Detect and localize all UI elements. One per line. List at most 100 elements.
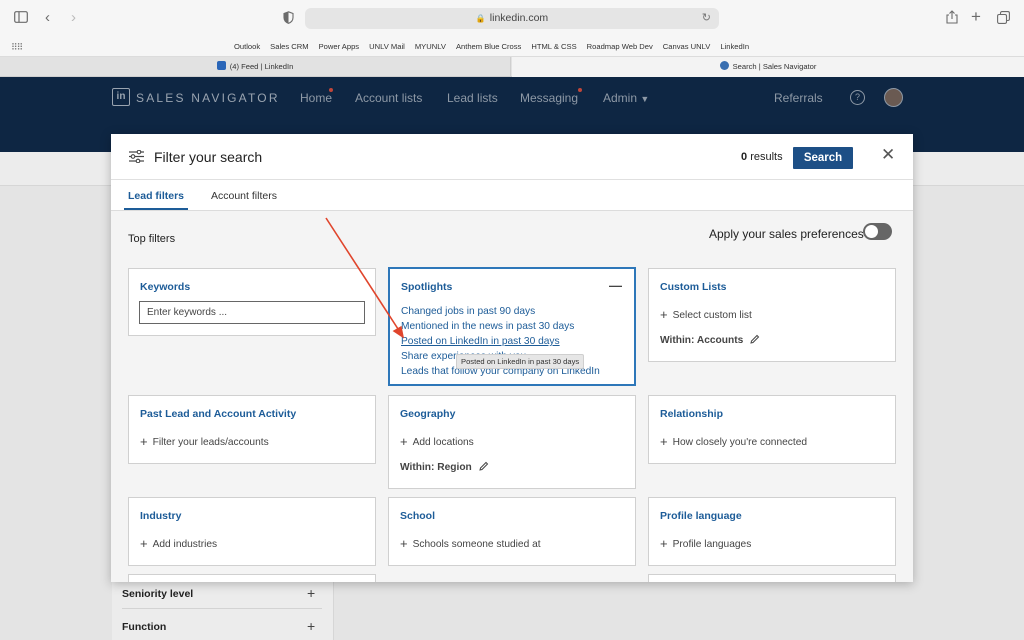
favorite-link[interactable]: MYUNLV bbox=[415, 37, 446, 57]
top-filters-heading: Top filters bbox=[128, 233, 176, 245]
plus-icon[interactable]: + bbox=[307, 585, 315, 601]
favorite-link[interactable]: Canvas UNLV bbox=[663, 37, 711, 57]
add-profile-languages-action[interactable]: + Profile languages bbox=[660, 536, 751, 551]
connection-degree-action[interactable]: + How closely you're connected bbox=[660, 434, 807, 449]
toggle-knob bbox=[865, 225, 878, 238]
action-label: Add locations bbox=[412, 437, 474, 448]
spotlight-mentioned-news[interactable]: Mentioned in the news in past 30 days bbox=[401, 321, 574, 332]
results-label: results bbox=[750, 151, 783, 163]
nav-messaging[interactable]: Messaging bbox=[520, 91, 578, 105]
card-title: Custom Lists bbox=[660, 281, 727, 293]
within-accounts: Within: Accounts bbox=[660, 334, 760, 346]
spotlight-changed-jobs[interactable]: Changed jobs in past 90 days bbox=[401, 306, 535, 317]
back-icon[interactable]: ‹ bbox=[45, 10, 50, 25]
pencil-icon[interactable] bbox=[479, 461, 489, 471]
select-custom-list-action[interactable]: + Select custom list bbox=[660, 307, 752, 322]
modal-title: Filter your search bbox=[154, 149, 263, 165]
background-filter-seniority[interactable]: Seniority level bbox=[122, 588, 193, 600]
forward-icon[interactable]: › bbox=[71, 10, 76, 25]
favorites-bar: ⠿⠿ Outlook Sales CRM Power Apps UNLV Mai… bbox=[0, 37, 1024, 57]
address-bar[interactable]: 🔒 linkedin.com ↻ bbox=[305, 8, 719, 29]
url-text: linkedin.com bbox=[489, 12, 549, 24]
action-label: Schools someone studied at bbox=[412, 539, 541, 550]
help-icon[interactable]: ? bbox=[850, 90, 865, 105]
nav-account-lists[interactable]: Account lists bbox=[355, 91, 422, 105]
plus-icon[interactable]: + bbox=[307, 618, 315, 634]
tab-account-filters[interactable]: Account filters bbox=[211, 190, 277, 202]
reload-icon[interactable]: ↻ bbox=[702, 8, 711, 29]
active-tab-indicator bbox=[124, 208, 188, 210]
caret-down-icon: ▼ bbox=[640, 94, 650, 104]
background-filter-function[interactable]: Function bbox=[122, 621, 166, 633]
sales-preferences-toggle[interactable] bbox=[863, 223, 892, 240]
action-label: Add industries bbox=[152, 539, 218, 550]
share-icon[interactable] bbox=[946, 10, 958, 26]
browser-toolbar: ‹ › 🔒 linkedin.com ↻ + bbox=[0, 0, 1024, 37]
action-label: Profile languages bbox=[672, 539, 752, 550]
favorite-link[interactable]: Outlook bbox=[234, 37, 260, 57]
favorite-link[interactable]: Power Apps bbox=[319, 37, 360, 57]
favorite-link[interactable]: HTML & CSS bbox=[531, 37, 576, 57]
close-icon[interactable]: ✕ bbox=[881, 146, 895, 164]
spotlights-card: Spotlights — Changed jobs in past 90 day… bbox=[388, 267, 636, 386]
tab-lead-filters[interactable]: Lead filters bbox=[128, 190, 184, 202]
card-title: Profile language bbox=[660, 510, 742, 522]
keywords-input[interactable] bbox=[139, 301, 365, 324]
plus-icon: + bbox=[660, 434, 668, 449]
card-title: Industry bbox=[140, 510, 182, 522]
favorite-link[interactable]: Roadmap Web Dev bbox=[587, 37, 653, 57]
app-brand: SALES NAVIGATOR bbox=[136, 91, 280, 105]
action-label: Select custom list bbox=[672, 310, 752, 321]
filter-leads-accounts-action[interactable]: + Filter your leads/accounts bbox=[140, 434, 269, 449]
modal-tabs: Lead filters Account filters bbox=[111, 180, 913, 211]
favorites-list: Outlook Sales CRM Power Apps UNLV Mail M… bbox=[234, 37, 749, 57]
plus-icon: + bbox=[400, 536, 408, 551]
plus-icon: + bbox=[660, 536, 668, 551]
tab-linkedin-feed[interactable]: (4) Feed | LinkedIn bbox=[0, 57, 511, 77]
divider bbox=[122, 608, 322, 609]
sliders-icon bbox=[129, 150, 144, 163]
pencil-icon[interactable] bbox=[750, 334, 760, 344]
nav-home[interactable]: Home bbox=[300, 91, 332, 105]
browser-tabs: (4) Feed | LinkedIn Search | Sales Navig… bbox=[0, 57, 1024, 77]
card-title: Keywords bbox=[140, 281, 191, 293]
favorite-link[interactable]: Anthem Blue Cross bbox=[456, 37, 521, 57]
favorite-link[interactable]: LinkedIn bbox=[720, 37, 749, 57]
linkedin-logo-icon[interactable]: in bbox=[112, 88, 130, 106]
spotlight-posted-linkedin[interactable]: Posted on LinkedIn in past 30 days bbox=[401, 336, 560, 347]
plus-icon: + bbox=[140, 434, 148, 449]
add-locations-action[interactable]: + Add locations bbox=[400, 434, 474, 449]
notification-dot bbox=[329, 88, 333, 92]
relationship-card: Relationship + How closely you're connect… bbox=[648, 395, 896, 464]
nav-admin[interactable]: Admin ▼ bbox=[603, 91, 649, 105]
card-title: Past Lead and Account Activity bbox=[140, 408, 297, 420]
nav-admin-label: Admin bbox=[603, 91, 638, 105]
link-tooltip: Posted on LinkedIn in past 30 days bbox=[456, 354, 585, 369]
favorite-link[interactable]: UNLV Mail bbox=[369, 37, 405, 57]
nav-referrals[interactable]: Referrals bbox=[774, 91, 823, 105]
within-label: Within: Region bbox=[400, 462, 472, 473]
past-activity-card: Past Lead and Account Activity + Filter y… bbox=[128, 395, 376, 464]
keywords-card: Keywords bbox=[128, 268, 376, 336]
favorite-link[interactable]: Sales CRM bbox=[270, 37, 308, 57]
avatar[interactable] bbox=[884, 88, 903, 107]
shield-icon[interactable] bbox=[283, 11, 294, 26]
sidebar-toggle-icon[interactable] bbox=[14, 11, 28, 25]
plus-icon: + bbox=[660, 307, 668, 322]
notification-dot bbox=[578, 88, 582, 92]
sales-navigator-favicon-icon bbox=[719, 61, 729, 70]
new-tab-icon[interactable]: + bbox=[971, 8, 981, 25]
add-industries-action[interactable]: + Add industries bbox=[140, 536, 217, 551]
tab-sales-navigator[interactable]: Search | Sales Navigator bbox=[512, 57, 1024, 77]
results-count: 0 results bbox=[741, 151, 783, 163]
add-schools-action[interactable]: + Schools someone studied at bbox=[400, 536, 541, 551]
search-button[interactable]: Search bbox=[793, 147, 853, 169]
tab-label: Search | Sales Navigator bbox=[732, 62, 817, 71]
custom-lists-card: Custom Lists + Select custom list Within:… bbox=[648, 268, 896, 362]
nav-lead-lists[interactable]: Lead lists bbox=[447, 91, 498, 105]
collapse-icon[interactable]: — bbox=[609, 278, 622, 293]
industry-card: Industry + Add industries bbox=[128, 497, 376, 566]
tab-overview-icon[interactable] bbox=[997, 11, 1010, 26]
grid-icon[interactable]: ⠿⠿ bbox=[11, 42, 23, 53]
tab-label: (4) Feed | LinkedIn bbox=[229, 62, 294, 71]
